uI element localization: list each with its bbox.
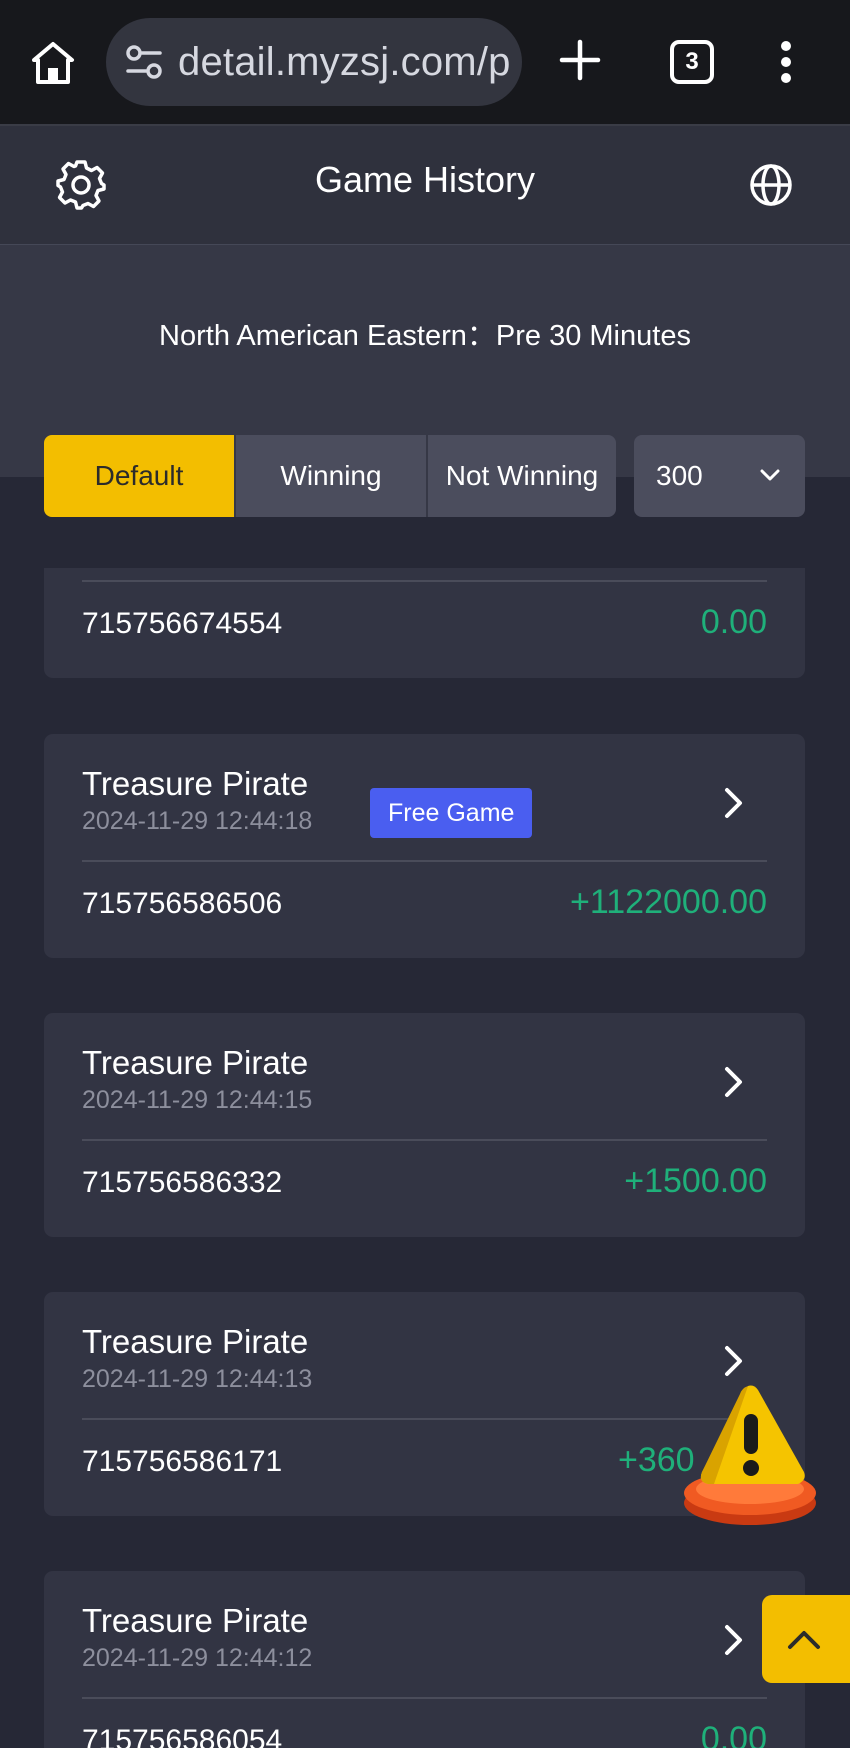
record-card[interactable]: Treasure Pirate 2024-11-29 12:44:12 7157…: [44, 1571, 805, 1748]
home-icon[interactable]: [28, 38, 78, 88]
record-id: 715756586171: [82, 1445, 283, 1478]
record-card[interactable]: Treasure Pirate 2024-11-29 12:44:18 Free…: [44, 734, 805, 958]
record-card[interactable]: 715756674554 0.00: [44, 568, 805, 678]
globe-icon[interactable]: [748, 162, 794, 208]
chevron-down-icon: [760, 469, 780, 481]
filter-default[interactable]: Default: [44, 435, 234, 517]
record-amount: 0.00: [700, 1720, 767, 1748]
record-id: 715756586054: [82, 1724, 283, 1748]
chevron-up-icon: [788, 1631, 820, 1649]
site-settings-icon[interactable]: [124, 44, 164, 80]
back-to-top-button[interactable]: [762, 1595, 850, 1683]
tab-switcher-button[interactable]: 3: [670, 40, 714, 84]
url-text[interactable]: detail.myzsj.com/p: [178, 40, 511, 85]
warning-icon[interactable]: [680, 1380, 820, 1530]
record-time: 2024-11-29 12:44:15: [82, 1086, 313, 1114]
count-select-value: 300: [656, 460, 703, 491]
browser-toolbar: detail.myzsj.com/p 3: [0, 0, 850, 126]
record-amount: +1500.00: [624, 1162, 767, 1200]
chevron-right-icon[interactable]: [723, 1344, 745, 1378]
count-select[interactable]: 300: [634, 435, 805, 517]
record-time: 2024-11-29 12:44:18: [82, 807, 313, 835]
address-bar[interactable]: detail.myzsj.com/p: [106, 18, 522, 106]
record-time: 2024-11-29 12:44:12: [82, 1644, 313, 1672]
record-id: 715756674554: [82, 607, 283, 640]
record-id: 715756586332: [82, 1166, 283, 1199]
game-name: Treasure Pirate: [82, 765, 309, 802]
timezone-label: North American Eastern：Pre 30 Minutes: [159, 320, 691, 352]
free-game-badge: Free Game: [370, 788, 533, 838]
game-name: Treasure Pirate: [82, 1602, 309, 1639]
record-time: 2024-11-29 12:44:13: [82, 1365, 313, 1393]
record-id: 715756586506: [82, 887, 283, 920]
chevron-right-icon[interactable]: [723, 786, 745, 820]
chevron-right-icon[interactable]: [723, 1065, 745, 1099]
game-name: Treasure Pirate: [82, 1323, 309, 1360]
filter-winning[interactable]: Winning: [234, 435, 426, 517]
card-divider: [82, 1697, 767, 1699]
card-divider: [82, 1139, 767, 1141]
chevron-right-icon[interactable]: [723, 1623, 745, 1657]
record-amount: +1122000.00: [570, 883, 767, 921]
card-divider: [82, 580, 767, 582]
record-amount: 0.00: [700, 603, 767, 641]
card-divider: [82, 1418, 767, 1420]
result-filter: Default Winning Not Winning: [44, 435, 616, 517]
game-name: Treasure Pirate: [82, 1044, 309, 1081]
new-tab-icon[interactable]: [558, 38, 602, 82]
record-card[interactable]: Treasure Pirate 2024-11-29 12:44:15 7157…: [44, 1013, 805, 1237]
card-divider: [82, 860, 767, 862]
filter-not-winning[interactable]: Not Winning: [426, 435, 616, 517]
page-title: Game History: [314, 159, 536, 200]
more-menu-icon[interactable]: [780, 40, 792, 84]
